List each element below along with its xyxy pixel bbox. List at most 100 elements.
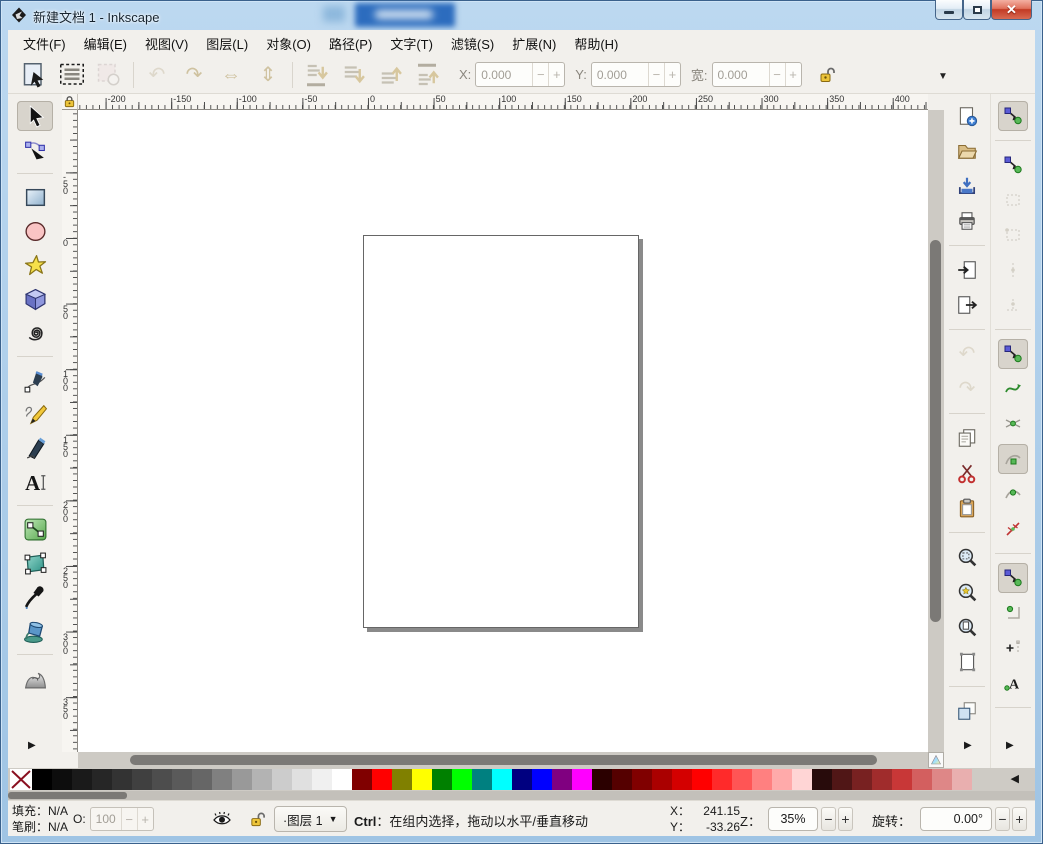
color-swatch-37[interactable]: [772, 769, 792, 790]
palette-scroll-left-arrow[interactable]: ◀: [1011, 772, 1019, 785]
snap-smooth-nodes-button[interactable]: [998, 479, 1028, 509]
group-button[interactable]: [950, 696, 984, 726]
export-button[interactable]: [950, 290, 984, 320]
color-swatch-12[interactable]: [272, 769, 292, 790]
layer-selector[interactable]: ·图层 1 ▼: [274, 806, 347, 832]
color-swatch-17[interactable]: [372, 769, 392, 790]
document-page[interactable]: [363, 235, 639, 628]
rotate-cw-button[interactable]: ↷: [179, 60, 209, 90]
snap-bounding-box-button[interactable]: [998, 150, 1028, 180]
no-color-swatch[interactable]: [10, 769, 32, 790]
toolbox-overflow-arrow[interactable]: ▶: [28, 740, 36, 751]
tool-connector[interactable]: [17, 514, 53, 544]
color-swatch-45[interactable]: [932, 769, 952, 790]
color-management-button[interactable]: [928, 752, 944, 768]
horizontal-ruler[interactable]: -200-150-100-50050100150200250300350400: [78, 94, 928, 110]
color-swatch-44[interactable]: [912, 769, 932, 790]
width-plus-button[interactable]: +: [785, 63, 801, 86]
tool-3d-box[interactable]: [17, 284, 53, 314]
snap-cusp-nodes-button[interactable]: [998, 444, 1028, 474]
layer-visibility-button[interactable]: [210, 807, 234, 831]
deselect-button[interactable]: [94, 60, 124, 90]
menu-item-4[interactable]: 对象(O): [257, 30, 320, 57]
color-swatch-38[interactable]: [792, 769, 812, 790]
color-swatch-5[interactable]: [132, 769, 152, 790]
snap-nodes-button[interactable]: [998, 339, 1028, 369]
tool-text[interactable]: A: [17, 467, 53, 497]
vertical-scrollbar-thumb[interactable]: [930, 240, 941, 622]
color-swatch-33[interactable]: [692, 769, 712, 790]
color-swatch-46[interactable]: [952, 769, 972, 790]
zoom-selection-button[interactable]: [950, 542, 984, 572]
tool-spiral[interactable]: [17, 318, 53, 348]
flip-horizontal-button[interactable]: ⇔: [216, 60, 246, 90]
x-plus-button[interactable]: +: [548, 63, 564, 86]
new-document-button[interactable]: [950, 101, 984, 131]
color-swatch-23[interactable]: [492, 769, 512, 790]
menu-item-3[interactable]: 图层(L): [197, 30, 257, 57]
color-swatch-14[interactable]: [312, 769, 332, 790]
menu-item-1[interactable]: 编辑(E): [75, 30, 136, 57]
snap-bbox-centers-button[interactable]: [998, 290, 1028, 320]
width-input[interactable]: [713, 68, 769, 82]
color-swatch-32[interactable]: [672, 769, 692, 790]
color-swatch-0[interactable]: [32, 769, 52, 790]
menu-item-6[interactable]: 文字(T): [381, 30, 442, 57]
rotation-field[interactable]: 0.00°: [920, 807, 992, 831]
snap-path-intersections-button[interactable]: [998, 409, 1028, 439]
opacity-minus-button[interactable]: −: [121, 808, 137, 830]
menu-item-7[interactable]: 滤镜(S): [442, 30, 503, 57]
color-swatch-19[interactable]: [412, 769, 432, 790]
color-swatch-4[interactable]: [112, 769, 132, 790]
color-swatch-6[interactable]: [152, 769, 172, 790]
snap-line-midpoints-button[interactable]: [998, 514, 1028, 544]
tool-node-editor[interactable]: [17, 135, 53, 165]
rotate-ccw-button[interactable]: ↶: [142, 60, 172, 90]
zoom-field[interactable]: 35%: [768, 807, 818, 831]
save-button[interactable]: [950, 171, 984, 201]
menu-item-5[interactable]: 路径(P): [320, 30, 381, 57]
menu-item-8[interactable]: 扩展(N): [503, 30, 565, 57]
color-swatch-31[interactable]: [652, 769, 672, 790]
tool-selector[interactable]: [17, 101, 53, 131]
snap-bbox-edge-midpoints-button[interactable]: [998, 255, 1028, 285]
undo-button[interactable]: ↶: [950, 339, 984, 369]
color-swatch-22[interactable]: [472, 769, 492, 790]
color-swatch-30[interactable]: [632, 769, 652, 790]
layer-lock-button[interactable]: [245, 807, 269, 831]
tool-pencil[interactable]: [17, 399, 53, 429]
menu-item-0[interactable]: 文件(F): [14, 30, 75, 57]
width-minus-button[interactable]: −: [769, 63, 785, 86]
tool-star[interactable]: [17, 250, 53, 280]
flip-vertical-button[interactable]: ⇕: [253, 60, 283, 90]
palette-scrollbar[interactable]: [8, 791, 1035, 800]
enable-snapping-button[interactable]: [998, 101, 1028, 131]
canvas[interactable]: [78, 110, 928, 752]
zoom-minus-button[interactable]: −: [821, 807, 836, 831]
snap-bbox-corners-button[interactable]: [998, 220, 1028, 250]
snap-object-centers-button[interactable]: [998, 598, 1028, 628]
raise-to-top-button[interactable]: [412, 60, 442, 90]
copy-button[interactable]: [950, 423, 984, 453]
zoom-page-button[interactable]: [950, 612, 984, 642]
minimize-button[interactable]: [935, 0, 963, 20]
color-swatch-43[interactable]: [892, 769, 912, 790]
color-swatch-29[interactable]: [612, 769, 632, 790]
x-input[interactable]: [476, 68, 532, 82]
redo-button[interactable]: ↷: [950, 374, 984, 404]
fill-stroke-indicator[interactable]: 填充：N/A 笔刷：N/A: [12, 803, 76, 835]
color-swatch-21[interactable]: [452, 769, 472, 790]
lower-button[interactable]: [338, 60, 368, 90]
rotation-minus-button[interactable]: −: [995, 807, 1010, 831]
horizontal-scrollbar[interactable]: [78, 752, 928, 768]
close-button[interactable]: ✕: [991, 0, 1032, 20]
zoom-drawing-button[interactable]: [950, 577, 984, 607]
menu-item-2[interactable]: 视图(V): [136, 30, 197, 57]
color-swatch-9[interactable]: [212, 769, 232, 790]
color-swatch-1[interactable]: [52, 769, 72, 790]
tool-rectangle[interactable]: [17, 182, 53, 212]
color-swatch-42[interactable]: [872, 769, 892, 790]
lock-ratio-button[interactable]: [818, 66, 836, 84]
color-swatch-34[interactable]: [712, 769, 732, 790]
vertical-scrollbar[interactable]: [928, 110, 944, 752]
